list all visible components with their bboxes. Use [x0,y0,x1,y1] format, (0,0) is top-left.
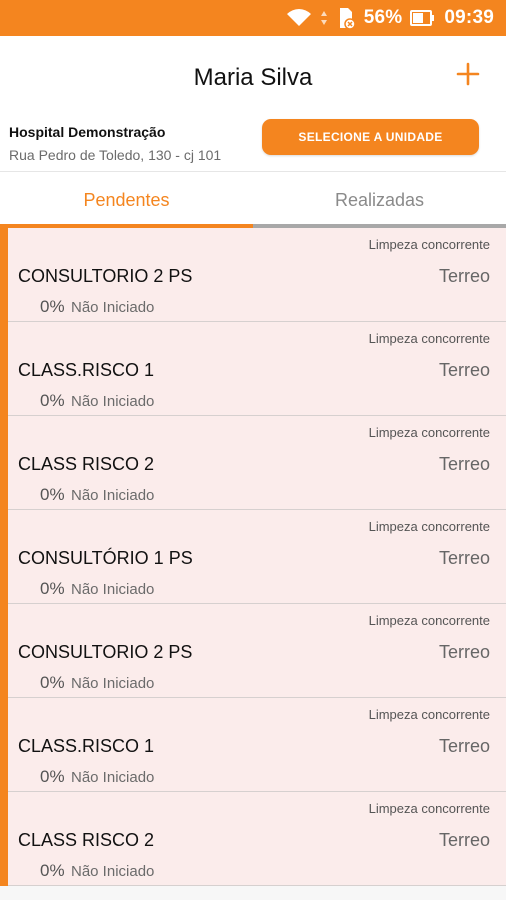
app-bar: Maria Silva [0,36,506,114]
battery-percent: 56% [363,7,403,28]
task-status: Não Iniciado [71,581,155,598]
task-name: CLASS RISCO 2 [18,830,155,850]
task-progress: 0% [40,391,65,410]
plus-icon [456,62,480,86]
wifi-icon [286,8,312,28]
task-progress: 0% [40,673,65,692]
task-item[interactable]: Limpeza concorrente CONSULTÓRIO 1 PS Ter… [8,510,506,604]
clock: 09:39 [444,7,494,28]
task-name: CLASS.RISCO 1 [18,736,155,756]
task-name: CONSULTORIO 2 PS [18,642,193,662]
task-floor: Terreo [438,360,490,380]
task-floor: Terreo [438,736,490,756]
task-item[interactable]: Limpeza concorrente CLASS.RISCO 1 Terreo… [8,322,506,416]
tab-realizadas[interactable]: Realizadas [253,172,506,228]
bottom-edge [0,886,506,900]
task-type: Limpeza concorrente [368,613,490,628]
task-floor: Terreo [438,266,490,286]
task-progress: 0% [40,579,65,598]
task-name: CLASS.RISCO 1 [18,360,155,380]
hospital-header: Hospital Demonstração Rua Pedro de Toled… [0,114,506,172]
task-item[interactable]: Limpeza concorrente CONSULTORIO 2 PS Ter… [8,604,506,698]
task-status: Não Iniciado [71,769,155,786]
list-accent-bar [0,228,8,886]
task-item[interactable]: Limpeza concorrente CONSULTORIO 2 PS Ter… [8,228,506,322]
task-floor: Terreo [438,830,490,850]
task-type: Limpeza concorrente [368,425,490,440]
task-type: Limpeza concorrente [368,331,490,346]
select-unit-button[interactable]: SELECIONE A UNIDADE [262,119,479,155]
sd-card-icon [336,7,356,29]
page-title: Maria Silva [193,64,313,91]
tab-pendentes[interactable]: Pendentes [0,172,253,228]
task-name: CLASS RISCO 2 [18,454,155,474]
status-bar: 56% 09:39 [0,0,506,36]
task-item[interactable]: Limpeza concorrente CLASS RISCO 2 Terreo… [8,416,506,510]
tab-bar: Pendentes Realizadas [0,172,506,228]
task-item[interactable]: Limpeza concorrente CLASS.RISCO 1 Terreo… [8,698,506,792]
task-status: Não Iniciado [71,675,155,692]
task-name: CONSULTORIO 2 PS [18,266,193,286]
task-type: Limpeza concorrente [368,519,490,534]
task-floor: Terreo [438,642,490,662]
data-arrows-icon [320,8,328,28]
task-progress: 0% [40,767,65,786]
task-progress: 0% [40,297,65,316]
task-status: Não Iniciado [71,487,155,504]
task-progress: 0% [40,485,65,504]
task-floor: Terreo [438,454,490,474]
task-type: Limpeza concorrente [368,707,490,722]
hospital-name: Hospital Demonstração [9,124,166,140]
task-name: CONSULTÓRIO 1 PS [18,548,193,568]
task-floor: Terreo [438,548,490,568]
task-status: Não Iniciado [71,299,155,316]
add-button[interactable] [452,58,484,90]
task-progress: 0% [40,861,65,880]
task-item[interactable]: Limpeza concorrente CLASS RISCO 2 Terreo… [8,792,506,886]
task-status: Não Iniciado [71,393,155,410]
task-list[interactable]: Limpeza concorrente CONSULTORIO 2 PS Ter… [0,228,506,886]
battery-icon [410,8,436,28]
task-status: Não Iniciado [71,863,155,880]
task-type: Limpeza concorrente [368,237,490,252]
hospital-address: Rua Pedro de Toledo, 130 - cj 101 [9,147,222,163]
task-type: Limpeza concorrente [368,801,490,816]
